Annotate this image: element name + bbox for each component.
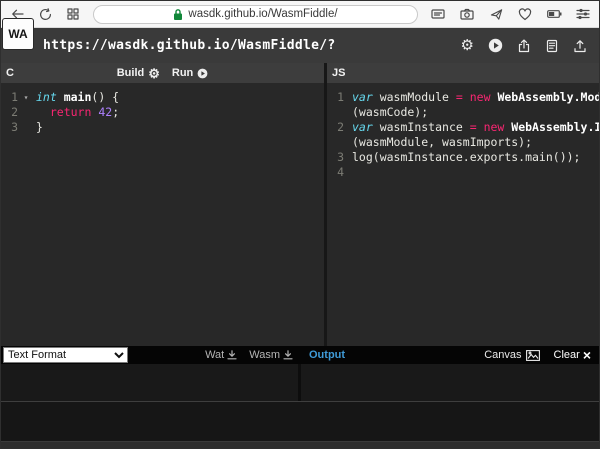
export-share-icon[interactable] <box>517 39 531 53</box>
code-text: log(wasmInstance.exports.main()); <box>347 150 580 165</box>
upload-icon[interactable] <box>573 39 587 53</box>
c-editor-panel: C Build ⚙ Run 1▾int main() {2 return 42;… <box>1 63 324 346</box>
build-gear-icon: ⚙ <box>148 66 160 81</box>
header-actions: ⚙ <box>461 38 599 53</box>
download-icon <box>283 350 293 360</box>
line-number: 4 <box>327 165 347 180</box>
code-line: (wasmCode); <box>327 105 599 120</box>
settings-sliders-icon[interactable] <box>575 6 591 22</box>
code-line: 1▾int main() { <box>1 90 324 105</box>
line-number <box>327 105 347 120</box>
code-text: } <box>31 120 43 135</box>
settings-gear-icon[interactable]: ⚙ <box>461 38 474 53</box>
wat-output-pane[interactable] <box>1 364 301 401</box>
address-bar[interactable]: wasdk.github.io/WasmFiddle/ <box>93 5 418 24</box>
examples-book-icon[interactable] <box>545 39 559 53</box>
line-number: 1 <box>1 90 21 105</box>
download-icon <box>227 350 237 360</box>
refresh-icon[interactable] <box>37 6 53 22</box>
bottom-toolbar: Text Format Wat Wasm Output Canvas Clear… <box>1 346 599 364</box>
line-number: 2 <box>327 120 347 135</box>
screenshot-icon[interactable] <box>459 6 475 22</box>
editor-split: C Build ⚙ Run 1▾int main() {2 return 42;… <box>1 63 599 346</box>
code-text: var wasmModule = new WebAssembly.Module <box>347 90 599 105</box>
wasmfiddle-window: wasdk.github.io/WasmFiddle/ WA <box>0 0 600 449</box>
clear-button[interactable]: Clear × <box>554 349 591 361</box>
reading-view-icon[interactable] <box>430 6 446 22</box>
output-tab[interactable]: Output <box>309 349 345 361</box>
bottom-toolbar-right: Output Canvas Clear × <box>301 349 599 361</box>
wat-download-button[interactable]: Wat <box>205 349 237 361</box>
wasmfiddle-logo: WA <box>3 19 33 49</box>
app-header: WA https://wasdk.github.io/WasmFiddle/? … <box>1 28 599 63</box>
code-line: 2 return 42; <box>1 105 324 120</box>
bottom-strip <box>1 441 599 449</box>
c-code-editor[interactable]: 1▾int main() {2 return 42;3} <box>1 83 324 346</box>
output-lower-area <box>1 401 599 441</box>
url-text: wasdk.github.io/WasmFiddle/ <box>188 8 337 20</box>
fold-gutter <box>21 105 31 120</box>
battery-icon[interactable] <box>546 6 562 22</box>
c-editor-header: C Build ⚙ Run <box>1 63 324 83</box>
code-line: (wasmModule, wasmImports); <box>327 135 599 150</box>
code-line: 3log(wasmInstance.exports.main()); <box>327 150 599 165</box>
run-play-circle-icon <box>197 68 208 79</box>
canvas-image-icon <box>526 350 540 361</box>
format-select[interactable]: Text Format <box>3 347 128 363</box>
js-editor-panel: JS 1var wasmModule = new WebAssembly.Mod… <box>327 63 599 346</box>
code-line: 4 <box>327 165 599 180</box>
code-text: return 42; <box>31 105 119 120</box>
code-text: (wasmModule, wasmImports); <box>347 135 532 150</box>
lock-icon <box>173 8 183 21</box>
js-editor-header: JS <box>327 63 599 83</box>
tabs-grid-icon[interactable] <box>65 6 81 22</box>
line-number <box>327 135 347 150</box>
wasm-download-button[interactable]: Wasm <box>249 349 293 361</box>
build-run-toolbar: Build ⚙ Run <box>1 66 324 81</box>
output-split <box>1 364 599 401</box>
code-text <box>347 165 352 180</box>
bottom-toolbar-left: Text Format Wat Wasm <box>1 347 301 363</box>
code-text: var wasmInstance = new WebAssembly.Insta… <box>347 120 599 135</box>
js-code-editor[interactable]: 1var wasmModule = new WebAssembly.Module… <box>327 83 599 346</box>
code-line: 2var wasmInstance = new WebAssembly.Inst… <box>327 120 599 135</box>
canvas-button[interactable]: Canvas <box>484 349 539 361</box>
browser-chrome: wasdk.github.io/WasmFiddle/ <box>1 1 599 28</box>
fold-gutter <box>21 120 31 135</box>
console-output-pane[interactable] <box>301 364 599 401</box>
build-button[interactable]: Build ⚙ <box>117 66 160 81</box>
run-play-icon[interactable] <box>488 38 503 53</box>
run-button[interactable]: Run <box>172 67 208 79</box>
clear-x-icon: × <box>583 349 591 361</box>
code-text: int main() { <box>31 90 119 105</box>
chrome-actions <box>430 6 591 22</box>
share-icon[interactable] <box>488 6 504 22</box>
code-line: 3} <box>1 120 324 135</box>
code-line: 1var wasmModule = new WebAssembly.Module <box>327 90 599 105</box>
page-url: https://wasdk.github.io/WasmFiddle/? <box>43 38 336 53</box>
line-number: 3 <box>327 150 347 165</box>
fold-arrow-icon[interactable]: ▾ <box>21 90 31 105</box>
favorites-heart-icon[interactable] <box>517 6 533 22</box>
js-language-label: JS <box>332 67 345 79</box>
line-number: 3 <box>1 120 21 135</box>
line-number: 1 <box>327 90 347 105</box>
line-number: 2 <box>1 105 21 120</box>
code-text: (wasmCode); <box>347 105 428 120</box>
